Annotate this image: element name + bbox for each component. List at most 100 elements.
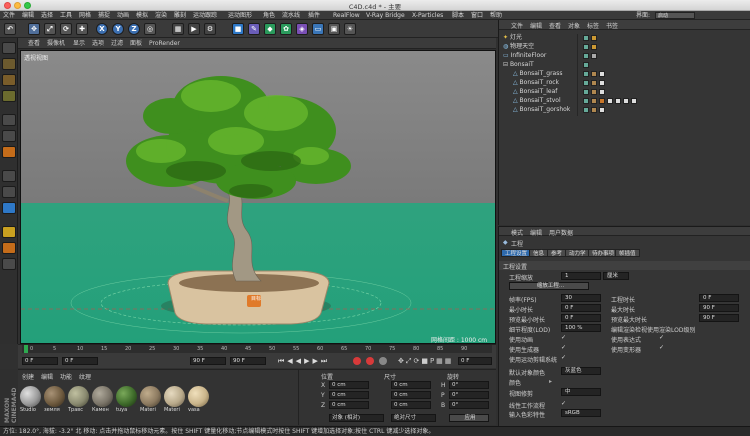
render-icon[interactable]: ▶	[188, 23, 200, 35]
phong-tag-icon[interactable]	[591, 71, 597, 77]
tag-icon[interactable]	[591, 44, 597, 50]
object-row[interactable]: ✦ 灯光	[503, 34, 522, 42]
cube-icon[interactable]: ■	[232, 23, 244, 35]
tag-icon[interactable]	[591, 53, 597, 59]
timeline-ruler[interactable]: 0 5 10 15 20 25 30 35 40 45 50 55 60 65 …	[22, 345, 492, 353]
menu-select[interactable]: 选择	[41, 11, 53, 20]
render-settings-icon[interactable]: ⚙	[204, 23, 216, 35]
mat-menu-create[interactable]: 创建	[22, 372, 34, 381]
playback-controls[interactable]: ⏮◀◀▶▶⏭	[278, 357, 330, 366]
viewport-menu-view[interactable]: 查看	[28, 39, 40, 48]
camera-icon[interactable]: ▣	[328, 23, 340, 35]
use-motion-checkbox[interactable]: ✓	[561, 355, 567, 361]
material-tag-icon[interactable]	[623, 98, 629, 104]
material-tag-icon[interactable]	[615, 98, 621, 104]
lock-workplane-icon[interactable]	[2, 226, 16, 238]
object-row[interactable]: △ BonsaiT_gorshok	[513, 106, 570, 114]
menu-window[interactable]: 窗口	[471, 11, 483, 20]
rot-h-field[interactable]: 0°	[449, 381, 489, 389]
x-axis-icon[interactable]: X	[96, 23, 108, 35]
tab-info[interactable]: 信息	[529, 249, 549, 257]
obj-menu-tags[interactable]: 标签	[587, 21, 599, 30]
polygons-mode-icon[interactable]	[2, 146, 16, 158]
menu-edit[interactable]: 编辑	[22, 11, 34, 20]
menu-vray-bridge[interactable]: V-Ray Bridge	[366, 11, 405, 20]
preview-end-field[interactable]: 90 F	[230, 357, 266, 365]
snap-icon[interactable]	[2, 202, 16, 214]
object-row[interactable]: ⊟ BonsaiT	[503, 61, 534, 69]
obj-menu-file[interactable]: 文件	[511, 21, 523, 30]
pos-y-field[interactable]: 0 cm	[329, 391, 369, 399]
size-y-field[interactable]: 0 cm	[391, 391, 431, 399]
viewport-menu-panel[interactable]: 面板	[130, 39, 142, 48]
visibility-toggle-icon[interactable]	[583, 53, 589, 59]
obj-menu-view[interactable]: 查看	[549, 21, 561, 30]
phong-tag-icon[interactable]	[591, 107, 597, 113]
rot-b-field[interactable]: 0°	[449, 401, 489, 409]
material-swatch[interactable]	[68, 386, 89, 407]
preview-min-field[interactable]: 0 F	[561, 314, 601, 322]
render-view-icon[interactable]: ▦	[172, 23, 184, 35]
tab-dynamics[interactable]: 动力学	[565, 249, 590, 257]
phong-tag-icon[interactable]	[591, 98, 597, 104]
menu-mograph[interactable]: 运动图形	[228, 11, 252, 20]
material-swatch[interactable]	[20, 386, 41, 407]
timeline-playhead[interactable]	[24, 345, 28, 353]
menu-sculpt[interactable]: 雕刻	[174, 11, 186, 20]
menu-plugins[interactable]: 插件	[308, 11, 320, 20]
fps-field[interactable]: 30	[561, 294, 601, 302]
subdivision-icon[interactable]: ◆	[264, 23, 276, 35]
workplane-icon[interactable]	[2, 90, 16, 102]
size-x-field[interactable]: 0 cm	[391, 381, 431, 389]
apply-button[interactable]: 应用	[449, 414, 489, 422]
phong-tag-icon[interactable]	[591, 89, 597, 95]
texture-mode-icon[interactable]	[2, 74, 16, 86]
deformer-icon[interactable]: ◈	[296, 23, 308, 35]
warning-tag-icon[interactable]	[599, 98, 605, 104]
z-axis-icon[interactable]: Z	[128, 23, 140, 35]
menu-mesh[interactable]: 网格	[79, 11, 91, 20]
max-time-field[interactable]: 90 F	[699, 304, 739, 312]
visibility-toggle-icon[interactable]	[583, 98, 589, 104]
viewport-menu-display[interactable]: 显示	[73, 39, 85, 48]
phong-tag-icon[interactable]	[591, 80, 597, 86]
obj-menu-bookmarks[interactable]: 书签	[606, 21, 618, 30]
points-mode-icon[interactable]	[2, 114, 16, 126]
material-swatch[interactable]	[188, 386, 209, 407]
frame-display[interactable]: 0 F	[458, 357, 492, 365]
model-mode-icon[interactable]	[2, 58, 16, 70]
preview-max-field[interactable]: 90 F	[699, 314, 739, 322]
material-swatch[interactable]	[116, 386, 137, 407]
use-expressions-checkbox[interactable]: ✓	[659, 335, 665, 341]
menu-help[interactable]: 帮助	[490, 11, 502, 20]
tab-reference[interactable]: 参考	[547, 249, 567, 257]
undo-icon[interactable]: ↶	[4, 23, 16, 35]
live-select-icon[interactable]: ✚	[76, 23, 88, 35]
material-tag-icon[interactable]	[599, 71, 605, 77]
rotate-icon[interactable]: ⟳	[60, 23, 72, 35]
rot-p-field[interactable]: 0°	[449, 391, 489, 399]
visibility-toggle-icon[interactable]	[583, 89, 589, 95]
floor-icon[interactable]: ▭	[312, 23, 324, 35]
linear-workflow-checkbox[interactable]: ✓	[561, 401, 567, 407]
world-icon[interactable]: ◎	[144, 23, 156, 35]
material-tag-icon[interactable]	[631, 98, 637, 104]
start-frame-field[interactable]: 0 F	[22, 357, 58, 365]
use-generators-checkbox[interactable]: ✓	[561, 345, 567, 351]
material-swatch[interactable]	[164, 386, 185, 407]
tab-project-settings[interactable]: 工程设置	[501, 249, 532, 257]
pos-z-field[interactable]: 0 cm	[329, 401, 369, 409]
light-icon[interactable]: ☀	[344, 23, 356, 35]
use-animation-checkbox[interactable]: ✓	[561, 335, 567, 341]
viewport-menu-prorender[interactable]: ProRender	[149, 39, 180, 48]
project-scale-field[interactable]: 1	[561, 272, 601, 280]
scale-project-button[interactable]: 缩放工程...	[509, 282, 589, 290]
object-row[interactable]: ▭ InfiniteFloor	[503, 52, 546, 60]
menu-x-particles[interactable]: X-Particles	[412, 11, 443, 20]
viewport-menu-options[interactable]: 选项	[92, 39, 104, 48]
timeline[interactable]: 0 5 10 15 20 25 30 35 40 45 50 55 60 65 …	[18, 344, 496, 368]
mat-menu-function[interactable]: 功能	[60, 372, 72, 381]
lod-field[interactable]: 100 %	[561, 324, 601, 332]
perspective-viewport[interactable]: 透视视图 目标 网格间距: 1000 cm	[20, 50, 496, 344]
array-icon[interactable]: ✿	[280, 23, 292, 35]
